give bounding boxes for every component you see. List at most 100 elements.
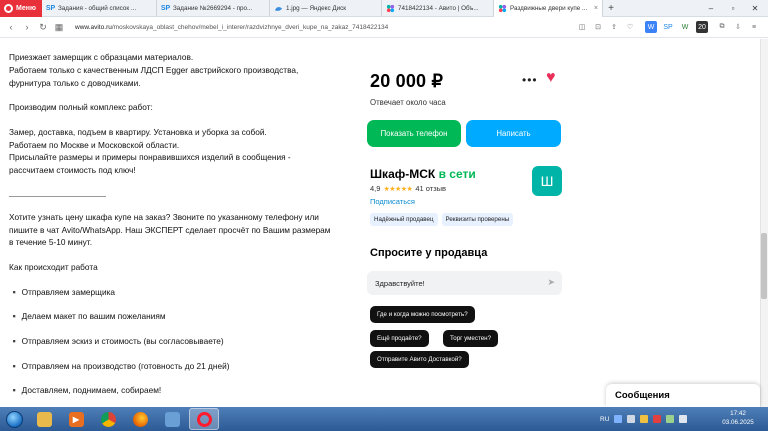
speed-dial-icon[interactable]: ▦: [51, 22, 67, 33]
seller-avatar[interactable]: Ш: [532, 166, 562, 196]
description-divider: _____________________: [9, 187, 106, 197]
browser-tab-strip: Меню SP Задания - общий список ... SP За…: [0, 0, 768, 17]
tab-yandex-disk[interactable]: 1.jpg — Яндекс Диск: [270, 0, 382, 17]
tab-label: Задание №2669294 - про...: [173, 4, 253, 12]
more-options-icon[interactable]: •••: [522, 73, 538, 87]
verified-details-badge: Реквизиты проверены: [441, 213, 514, 226]
description-bullet: ▪️ Доставляем, поднимаем, собираем!: [9, 385, 162, 395]
help-icon[interactable]: [614, 415, 623, 423]
opera-icon: [196, 411, 212, 427]
taskbar-firefox[interactable]: [125, 408, 155, 430]
description-line: Приезжает замерщик с образцами материало…: [9, 52, 194, 62]
language-indicator[interactable]: RU: [600, 416, 609, 423]
seller-name[interactable]: Шкаф-МСК в сети: [370, 167, 476, 181]
description-line: Работаем только с качественным ЛДСП Egge…: [9, 65, 299, 88]
taskbar-chrome[interactable]: [93, 408, 123, 430]
message-input[interactable]: Здравствуйте! ➤: [367, 271, 562, 295]
favorite-heart-icon[interactable]: ♥: [546, 69, 556, 87]
opera-menu-button[interactable]: Меню: [0, 0, 42, 17]
seller-online-status: в сети: [438, 167, 476, 181]
reload-icon[interactable]: ↻: [35, 22, 51, 33]
description-bullet: ▪️ Отправляем эскиз и стоимость (вы согл…: [9, 336, 224, 346]
clock-time: 17:42: [730, 410, 746, 417]
network-icon[interactable]: [666, 415, 675, 423]
description-line: Замер, доставка, подъем в квартиру. Уста…: [9, 127, 291, 175]
quick-question-chip[interactable]: Где и когда можно посмотреть?: [370, 306, 475, 323]
url-path: /moskovskaya_oblast_chehov/mebel_i_inter…: [111, 23, 389, 31]
reviews-count[interactable]: 41 отзыв: [415, 184, 446, 193]
chrome-icon: [100, 411, 116, 427]
bookmark-heart-icon[interactable]: ♡: [624, 21, 636, 33]
url-domain: www.avito.ru: [75, 23, 112, 31]
reliable-seller-badge: Надёжный продавец: [370, 213, 438, 226]
quick-question-chip[interactable]: Ещё продаёте?: [370, 330, 429, 347]
taskbar-clock[interactable]: 17:42 03.06.2025: [718, 409, 758, 427]
download-icon[interactable]: ⇩: [732, 21, 744, 33]
description-line: Производим полный комплекс работ:: [9, 102, 153, 112]
taskbar-media-player[interactable]: ▶: [61, 408, 91, 430]
extensions-icon[interactable]: ⧉: [716, 21, 728, 33]
scrollbar-thumb[interactable]: [761, 233, 767, 299]
avito-icon: [498, 4, 507, 13]
ask-seller-title: Спросите у продавца: [370, 247, 488, 259]
description-heading: Как происходит работа: [9, 262, 98, 272]
taskbar-app[interactable]: [157, 408, 187, 430]
seller-rating[interactable]: 4,9 ★★★★★ 41 отзыв: [370, 184, 446, 193]
response-time: Отвечает около часа: [370, 98, 446, 107]
avito-listing-page: Приезжает замерщик с образцами материало…: [0, 39, 760, 407]
quick-question-chip[interactable]: Отправите Авито Доставкой?: [370, 351, 469, 368]
close-tab-icon[interactable]: ×: [594, 5, 598, 12]
windows-logo-icon: [5, 410, 23, 428]
sp-extension-icon[interactable]: SP: [662, 21, 674, 33]
tray-alert-icon[interactable]: [653, 415, 662, 423]
system-tray: RU: [600, 407, 688, 431]
url-field[interactable]: www.avito.ru/moskovskaya_oblast_chehov/m…: [75, 24, 388, 31]
yandex-disk-icon: [274, 4, 283, 13]
sp-icon: SP: [160, 4, 171, 12]
taskbar-explorer[interactable]: [29, 408, 59, 430]
description-bullet: ▪️ Отправляем на производство (готовност…: [9, 361, 230, 371]
tab-avito-7418422134[interactable]: 7418422134 - Авито | Объ...: [382, 0, 494, 17]
camera-icon[interactable]: ◫: [576, 21, 588, 33]
description-bullet: ▪️ Отправляем замерщика: [9, 287, 116, 297]
address-bar: ‹ › ↻ ▦ www.avito.ru/moskovskaya_oblast_…: [0, 17, 768, 38]
tab-label: 1.jpg — Яндекс Диск: [286, 4, 347, 12]
subscribe-link[interactable]: Подписаться: [370, 197, 415, 206]
maximize-icon[interactable]: ▫: [722, 0, 744, 17]
messages-panel[interactable]: Сообщения: [606, 384, 760, 407]
message-input-value: Здравствуйте!: [375, 278, 425, 288]
menu-label: Меню: [16, 4, 36, 12]
share-icon[interactable]: ⇪: [608, 21, 620, 33]
new-tab-button[interactable]: +: [603, 3, 619, 14]
taskbar-opera[interactable]: [189, 408, 219, 430]
back-icon[interactable]: ‹: [3, 22, 19, 32]
tab-label: Задания - общий список ...: [58, 4, 137, 12]
w-extension-icon[interactable]: W: [679, 21, 691, 33]
opera-logo-icon: [4, 3, 13, 13]
write-message-button[interactable]: Написать: [466, 120, 561, 147]
page-scrollbar[interactable]: [760, 39, 768, 407]
word-extension-icon[interactable]: W: [645, 21, 657, 33]
tab-tasks-list[interactable]: SP Задания - общий список ...: [42, 0, 157, 17]
tray-flag-icon[interactable]: [627, 415, 636, 423]
tab-label: 7418422134 - Авито | Объ...: [398, 4, 479, 12]
show-phone-button[interactable]: Показать телефон: [367, 120, 461, 147]
send-icon[interactable]: ➤: [547, 277, 555, 288]
avito-icon: [386, 4, 395, 13]
start-button[interactable]: [0, 407, 28, 431]
tab-sliding-doors[interactable]: Раздвижные двери купе ... ×: [494, 0, 603, 17]
forward-icon[interactable]: ›: [19, 22, 35, 32]
tab-task-2669294[interactable]: SP Задание №2669294 - про...: [157, 0, 270, 17]
browser-menu-icon[interactable]: ≡: [748, 21, 760, 33]
close-window-icon[interactable]: ✕: [744, 0, 766, 17]
firefox-icon: [132, 411, 148, 427]
seller-name-text[interactable]: Шкаф-МСК: [370, 167, 435, 181]
volume-icon[interactable]: [679, 415, 688, 423]
quick-question-chip[interactable]: Торг уместен?: [443, 330, 499, 347]
minimize-icon[interactable]: –: [700, 0, 722, 17]
snapshot-icon[interactable]: ⊡: [592, 21, 604, 33]
seller-badges: Надёжный продавец Реквизиты проверены: [370, 213, 514, 226]
app-icon: [164, 411, 180, 427]
extension-badge-icon[interactable]: 20: [696, 21, 708, 33]
tray-app-icon[interactable]: [640, 415, 649, 423]
